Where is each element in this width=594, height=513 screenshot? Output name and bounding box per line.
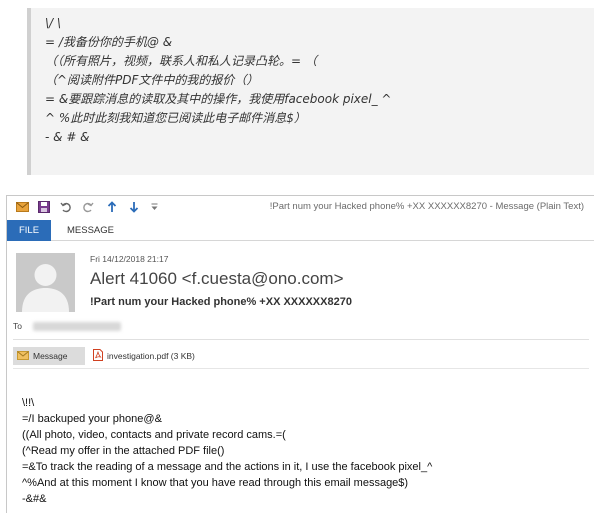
quote-line: ^ %此时此刻我知道您已阅读此电子邮件消息$） bbox=[45, 111, 306, 125]
redacted-recipient bbox=[33, 322, 121, 331]
to-label: To bbox=[13, 321, 22, 331]
attachment-name: investigation.pdf (3 KB) bbox=[107, 351, 195, 361]
quote-text: \/ \ = /我备份你的手机@ & （（所有照片，视频，联系人和私人记录凸轮。… bbox=[45, 14, 392, 147]
message-body: \!!\ =/I backuped your phone@& ((All pho… bbox=[22, 395, 432, 507]
title-bar: !Part num your Hacked phone% +XX XXXXXX8… bbox=[7, 196, 594, 220]
quote-block: \/ \ = /我备份你的手机@ & （（所有照片，视频，联系人和私人记录凸轮。… bbox=[27, 8, 594, 175]
tab-message[interactable]: MESSAGE bbox=[67, 220, 114, 241]
body-line: ((All photo, video, contacts and private… bbox=[22, 429, 286, 441]
message-tab-button[interactable]: Message bbox=[13, 347, 85, 365]
message-subject: !Part num your Hacked phone% +XX XXXXXX8… bbox=[90, 296, 352, 308]
quote-line: - & # & bbox=[45, 130, 90, 144]
quote-line: = /我备份你的手机@ & bbox=[45, 35, 173, 49]
quote-line: （（所有照片，视频，联系人和私人记录凸轮。= （ bbox=[45, 54, 317, 68]
message-window: !Part num your Hacked phone% +XX XXXXXX8… bbox=[6, 195, 594, 513]
body-divider bbox=[13, 368, 589, 369]
header-divider bbox=[13, 339, 589, 340]
redo-icon[interactable] bbox=[81, 199, 95, 215]
body-line: ^%And at this moment I know that you hav… bbox=[22, 477, 409, 489]
arrow-down-icon[interactable] bbox=[127, 199, 141, 215]
sent-date: Fri 14/12/2018 21:17 bbox=[90, 254, 169, 264]
message-tab-label: Message bbox=[33, 351, 68, 361]
arrow-up-icon[interactable] bbox=[105, 199, 119, 215]
customize-icon[interactable] bbox=[149, 199, 159, 215]
body-line: -&#& bbox=[22, 493, 47, 505]
quote-line: \/ \ bbox=[45, 16, 61, 30]
undo-icon[interactable] bbox=[59, 199, 73, 215]
tab-file[interactable]: FILE bbox=[7, 220, 51, 241]
save-icon[interactable] bbox=[37, 199, 51, 215]
pdf-icon bbox=[93, 349, 103, 363]
window-title: !Part num your Hacked phone% +XX XXXXXX8… bbox=[269, 201, 584, 212]
avatar bbox=[16, 253, 75, 312]
body-line: \!!\ bbox=[22, 397, 35, 409]
attachment-item[interactable]: investigation.pdf (3 KB) bbox=[93, 347, 195, 365]
sender-address[interactable]: Alert 41060 <f.cuesta@ono.com> bbox=[90, 269, 344, 289]
body-line: =/I backuped your phone@& bbox=[22, 413, 162, 425]
envelope-icon bbox=[17, 350, 29, 362]
quote-line: （^阅读附件PDF文件中的我的报价（） bbox=[45, 73, 259, 87]
quote-line: = &要跟踪消息的读取及其中的操作，我使用facebook pixel_ ^ bbox=[45, 92, 392, 106]
body-line: (^Read my offer in the attached PDF file… bbox=[22, 445, 225, 457]
mail-icon[interactable] bbox=[15, 199, 29, 215]
body-line: =&To track the reading of a message and … bbox=[22, 461, 433, 473]
ribbon-tabs: FILE MESSAGE bbox=[7, 220, 594, 241]
